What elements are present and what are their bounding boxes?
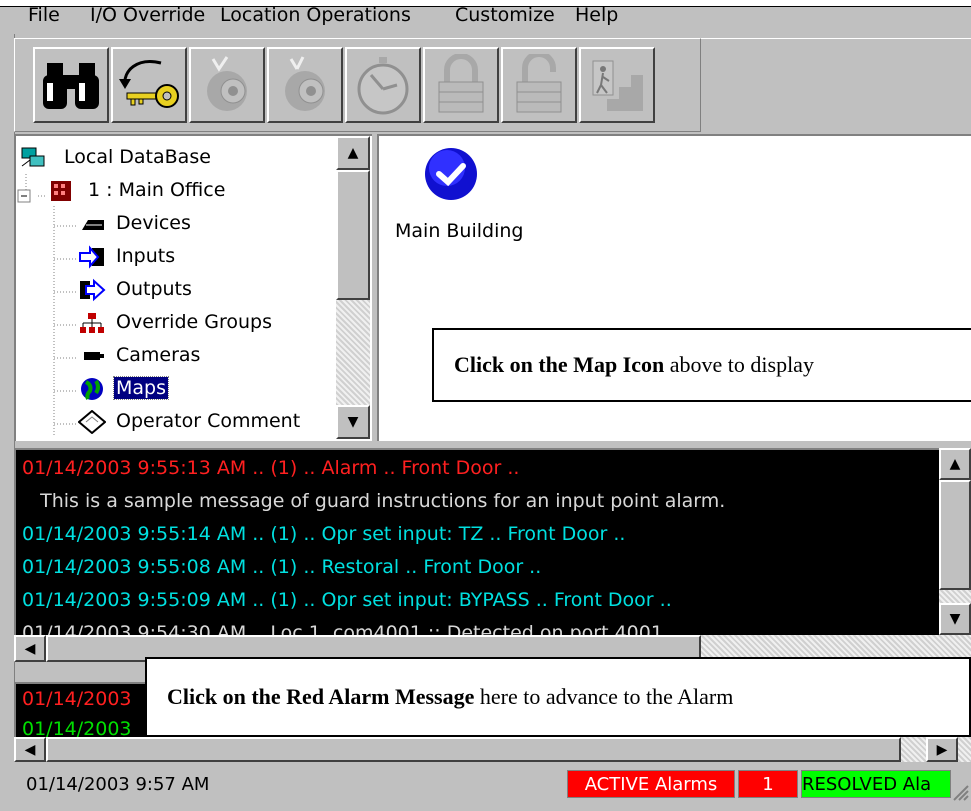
padlock-unlocked-icon (516, 54, 562, 113)
log-line-text: 01/14/2003 9:55:13 AM .. (1) .. Alarm ..… (22, 457, 520, 479)
exit-button[interactable] (579, 47, 655, 123)
tree-item-label: Override Groups (116, 311, 272, 333)
alarm-instruction-callout: Click on the Red Alarm Message here to a… (145, 657, 971, 737)
callout-text: above to display (664, 352, 814, 377)
org-chart-icon (80, 313, 104, 333)
binoculars-icon (43, 63, 99, 109)
scroll-down-icon[interactable]: ▼ (336, 405, 370, 439)
alarm-row-text: 01/14/2003 (22, 688, 132, 710)
log-line[interactable]: This is a sample message of guard instru… (22, 490, 725, 512)
toolbar (14, 38, 701, 132)
event-log[interactable]: 01/14/2003 9:55:13 AM .. (1) .. Alarm ..… (14, 448, 941, 637)
map-checkmark-icon[interactable] (423, 146, 479, 202)
active-alarms-count[interactable]: 1 (738, 770, 798, 798)
toolbar-spacer (700, 38, 971, 131)
tree-item-label: Cameras (116, 344, 201, 366)
device-icon (82, 220, 104, 230)
log-line-text: 01/14/2003 9:55:14 AM .. (1) .. Opr set … (22, 523, 626, 545)
tree-scrollbar[interactable]: ▲ ▼ (336, 136, 370, 439)
tree-item-label: Maps (113, 376, 169, 400)
camera-in-icon (207, 56, 247, 111)
scroll-thumb[interactable] (336, 170, 370, 300)
building-icon (51, 181, 71, 201)
log-line[interactable]: 01/14/2003 9:55:13 AM .. (1) .. Alarm ..… (22, 457, 519, 479)
status-datetime: 01/14/2003 9:57 AM (26, 773, 210, 795)
log-line-text: This is a sample message of guard instru… (22, 490, 726, 512)
padlock-locked-icon (438, 54, 484, 113)
camera-out-button[interactable] (267, 47, 343, 123)
log-line[interactable]: 01/14/2003 9:55:08 AM .. (1) .. Restoral… (22, 556, 541, 578)
lock-button[interactable] (423, 47, 499, 123)
camera-icon (84, 352, 104, 360)
tree-item-label: Outputs (116, 278, 192, 300)
camera-out-icon (285, 56, 325, 111)
menu-customize[interactable]: Customize (455, 4, 555, 26)
tree-root-label: Local DataBase (64, 146, 211, 168)
map-icon-label[interactable]: Main Building (395, 220, 523, 242)
tree-item-label: Inputs (116, 245, 176, 267)
menu-help[interactable]: Help (575, 4, 618, 26)
scroll-up-icon[interactable]: ▲ (336, 136, 370, 170)
resolved-alarms-label[interactable]: RESOLVED Ala (801, 770, 951, 798)
scroll-right-icon[interactable]: ▶ (926, 737, 958, 762)
stopwatch-icon (357, 57, 409, 115)
scroll-up-icon[interactable]: ▲ (939, 448, 971, 480)
menu-location-operations[interactable]: Location Operations (220, 4, 411, 26)
database-icon (21, 147, 45, 167)
log-line[interactable]: 01/14/2003 9:55:14 AM .. (1) .. Opr set … (22, 523, 625, 545)
scroll-left-icon[interactable]: ◀ (14, 635, 46, 662)
callout-bold-text: Click on the Map Icon (454, 352, 665, 377)
menu-io-override[interactable]: I/O Override (90, 4, 205, 26)
scroll-thumb[interactable] (46, 737, 901, 762)
login-button[interactable] (111, 47, 187, 123)
log-scrollbar[interactable]: ▲ ▼ (939, 448, 971, 635)
scroll-left-icon[interactable]: ◀ (14, 737, 46, 762)
tree-item-label: Devices (116, 212, 191, 234)
menu-file[interactable]: File (28, 4, 60, 26)
tree-location-label: 1 : Main Office (88, 179, 226, 201)
output-arrow-icon (80, 278, 106, 302)
log-line-text: 01/14/2003 9:55:09 AM .. (1) .. Opr set … (22, 589, 672, 611)
log-line[interactable]: 01/14/2003 9:55:09 AM .. (1) .. Opr set … (22, 589, 672, 611)
alarm-row[interactable]: 01/14/2003 (22, 688, 132, 710)
callout-text: here to advance to the Alarm (474, 684, 734, 709)
location-tree[interactable]: Local DataBase 1 : Main Office Devices I… (14, 134, 372, 441)
tree-item-label: Operator Comment (116, 410, 301, 432)
key-login-icon (119, 60, 179, 108)
map-instruction-callout: Click on the Map Icon above to display (432, 328, 971, 402)
exit-stairs-icon (591, 60, 643, 111)
alarm-hscrollbar[interactable]: ◀ ▶ (14, 737, 971, 762)
comment-diamond-icon (78, 410, 106, 434)
callout-bold-text: Click on the Red Alarm Message (167, 684, 475, 709)
input-arrow-icon (79, 245, 104, 269)
camera-in-button[interactable] (189, 47, 265, 123)
map-panel: Main Building Click on the Map Icon abov… (377, 134, 971, 441)
search-button[interactable] (33, 47, 109, 123)
menu-bar: File I/O Override Location Operations Cu… (0, 0, 971, 34)
log-line-text: 01/14/2003 9:55:08 AM .. (1) .. Restoral… (22, 556, 542, 578)
alarm-row[interactable]: 01/14/2003 (22, 718, 132, 739)
active-alarms-label[interactable]: ACTIVE Alarms (567, 770, 735, 798)
globe-icon (81, 378, 103, 400)
unlock-button[interactable] (501, 47, 577, 123)
resize-grip-icon[interactable] (952, 784, 970, 802)
timer-button[interactable] (345, 47, 421, 123)
scroll-thumb[interactable] (939, 480, 971, 590)
scroll-down-icon[interactable]: ▼ (939, 603, 971, 635)
status-bar: 01/14/2003 9:57 AM ACTIVE Alarms 1 RESOL… (14, 762, 971, 811)
alarm-row-text: 01/14/2003 (22, 718, 132, 739)
left-frame (0, 0, 15, 811)
